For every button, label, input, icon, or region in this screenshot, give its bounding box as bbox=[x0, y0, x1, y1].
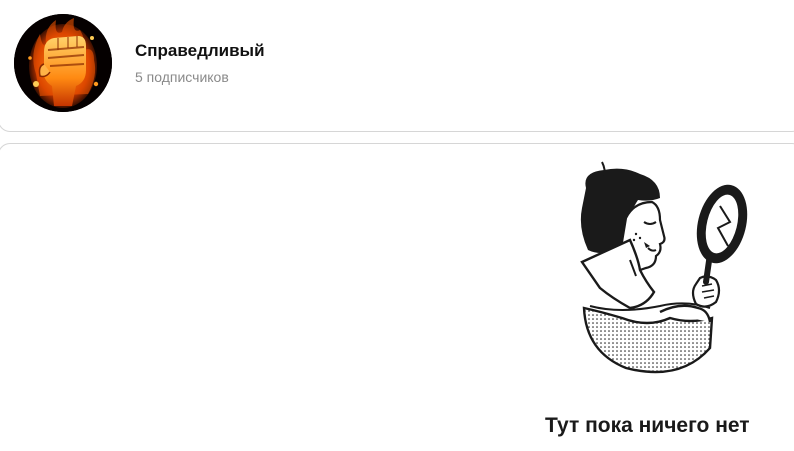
channel-avatar[interactable] bbox=[14, 14, 112, 112]
flaming-fist-icon bbox=[14, 14, 112, 112]
channel-name[interactable]: Справедливый bbox=[135, 41, 265, 61]
person-with-mirror-illustration bbox=[560, 158, 760, 383]
page: Справедливый 5 подписчиков Тут пока ниче… bbox=[0, 0, 794, 451]
channel-header-card bbox=[0, 0, 794, 132]
empty-state-message: Тут пока ничего нет bbox=[545, 414, 750, 437]
subscriber-count: 5 подписчиков bbox=[135, 69, 229, 85]
